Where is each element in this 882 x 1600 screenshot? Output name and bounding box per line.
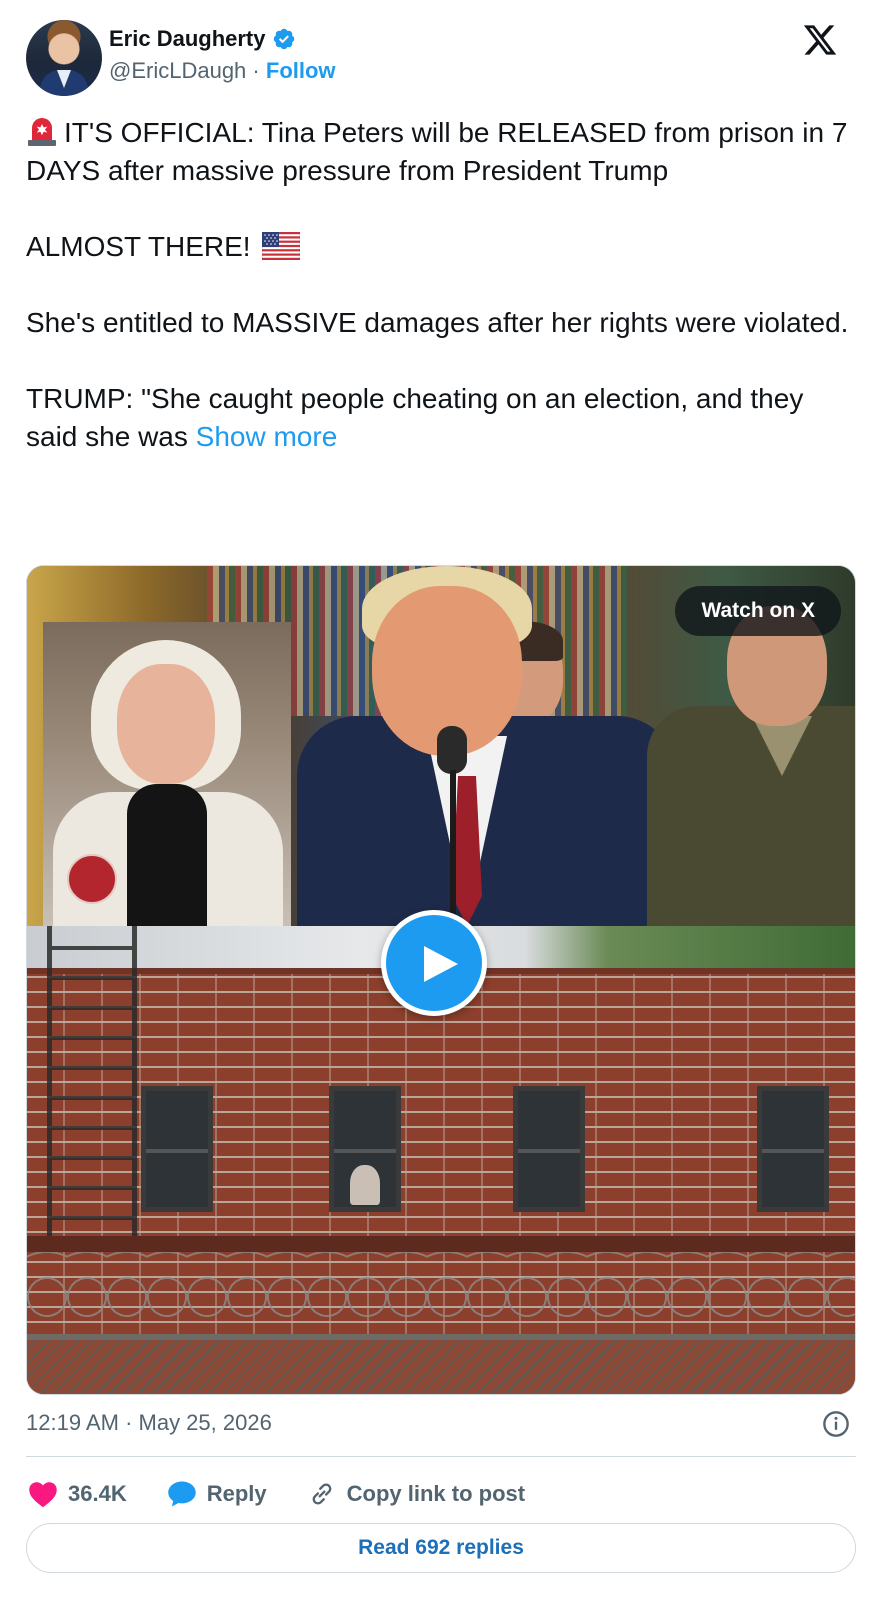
building-ledge xyxy=(27,1236,855,1252)
x-logo-icon[interactable] xyxy=(802,22,838,58)
building-window xyxy=(141,1086,213,1212)
reply-label: Reply xyxy=(206,1481,267,1506)
tweet-line-4: TRUMP: "She caught people cheating on an… xyxy=(26,383,804,452)
fire-escape xyxy=(47,926,137,1246)
divider xyxy=(26,1456,856,1457)
building-window xyxy=(329,1086,401,1212)
author-handle-row: @EricLDaugh · Follow xyxy=(109,58,336,84)
tweet-line-1: IT'S OFFICIAL: Tina Peters will be RELEA… xyxy=(26,117,848,186)
author-handle[interactable]: @EricLDaugh xyxy=(109,58,246,83)
inset-photo xyxy=(43,622,291,926)
heart-icon xyxy=(29,1482,57,1508)
verified-badge-icon xyxy=(273,28,294,50)
link-icon xyxy=(312,1483,331,1505)
tweet-line-3: She's entitled to MASSIVE damages after … xyxy=(26,307,849,338)
video-media[interactable]: Watch on X xyxy=(26,565,856,1395)
action-bar: 36.4K Reply Copy link to post xyxy=(28,1472,565,1516)
copy-link-button[interactable]: Copy link to post xyxy=(307,1480,525,1508)
tweet-paragraph-2: ALMOST THERE! xyxy=(26,228,856,266)
author-name[interactable]: Eric Daugherty xyxy=(109,26,266,52)
play-icon xyxy=(424,946,458,982)
inset-campaign-button xyxy=(67,854,117,904)
razor-wire xyxy=(27,1252,855,1342)
us-flag-icon xyxy=(262,232,301,260)
fence xyxy=(27,1334,855,1394)
tweet-embed-card: Eric Daugherty @EricLDaugh · Follow IT'S… xyxy=(0,0,882,1600)
tweet-line-2: ALMOST THERE! xyxy=(26,231,251,262)
reply-button[interactable]: Reply xyxy=(167,1480,267,1508)
building-window xyxy=(757,1086,829,1212)
show-more-link[interactable]: Show more xyxy=(196,421,338,452)
follow-link[interactable]: Follow xyxy=(266,58,336,83)
info-icon[interactable] xyxy=(822,1410,850,1438)
soldier-uniform xyxy=(647,706,855,926)
like-button[interactable]: 36.4K xyxy=(28,1480,127,1508)
person-in-window xyxy=(350,1165,380,1205)
author-avatar[interactable] xyxy=(26,20,102,96)
handle-separator: · xyxy=(252,58,260,83)
author-name-row: Eric Daugherty xyxy=(109,26,296,52)
tweet-paragraph-3: She's entitled to MASSIVE damages after … xyxy=(26,304,856,342)
play-button[interactable] xyxy=(381,910,487,1016)
building-window xyxy=(513,1086,585,1212)
read-replies-button[interactable]: Read 692 replies xyxy=(26,1523,856,1573)
microphone xyxy=(437,726,467,930)
tweet-paragraph-1: IT'S OFFICIAL: Tina Peters will be RELEA… xyxy=(26,114,856,190)
watch-on-x-button[interactable]: Watch on X xyxy=(675,586,841,636)
like-count: 36.4K xyxy=(68,1481,127,1506)
siren-icon xyxy=(28,118,56,146)
reply-bubble-icon xyxy=(167,1481,196,1507)
post-timestamp[interactable]: 12:19 AM · May 25, 2026 xyxy=(26,1410,272,1436)
inset-face xyxy=(117,664,215,784)
tweet-text: IT'S OFFICIAL: Tina Peters will be RELEA… xyxy=(26,114,856,456)
copy-link-label: Copy link to post xyxy=(346,1481,526,1506)
inset-top xyxy=(127,784,207,926)
tweet-paragraph-4: TRUMP: "She caught people cheating on an… xyxy=(26,380,856,456)
